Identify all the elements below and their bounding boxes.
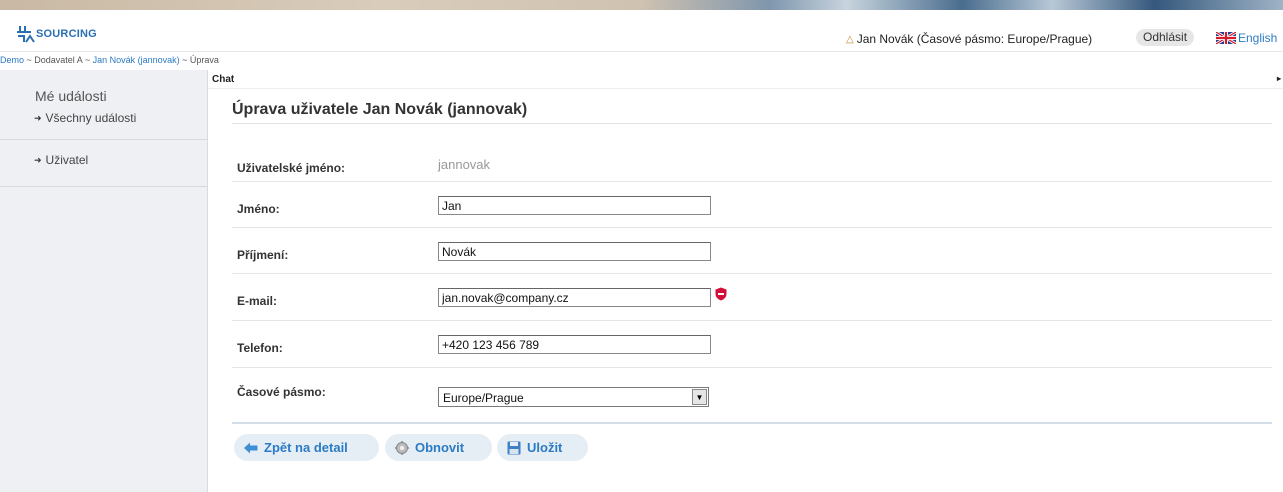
divider — [232, 181, 1272, 182]
save-icon — [507, 441, 521, 455]
sidebar-divider — [0, 186, 207, 187]
phone-input[interactable] — [438, 335, 711, 354]
phone-label: Telefon: — [237, 341, 283, 355]
top-bar: SOURCING △ Jan Novák (Časové pásmo: Euro… — [0, 10, 1283, 52]
arrow-left-icon — [244, 442, 258, 454]
save-button[interactable]: Uložit — [497, 434, 588, 461]
logo[interactable]: SOURCING — [16, 25, 97, 43]
breadcrumb-separator: ~ — [82, 55, 93, 65]
breadcrumb: Demo ~ Dodavatel A ~ Jan Novák (jannovak… — [0, 55, 219, 65]
logo-text: SOURCING — [36, 28, 97, 40]
logo-icon — [17, 26, 35, 43]
refresh-label: Obnovit — [415, 440, 465, 455]
refresh-button[interactable]: Obnovit — [385, 434, 492, 461]
breadcrumb-separator: ~ — [24, 55, 35, 65]
sidebar-item-user[interactable]: ➜ Uživatel — [34, 153, 88, 167]
language-switch[interactable]: English — [1216, 31, 1277, 45]
sidebar-item-all-events[interactable]: ➜ Všechny události — [34, 111, 136, 125]
timezone-selected-value: Europe/Prague — [443, 391, 524, 405]
uk-flag-icon — [1216, 32, 1236, 44]
sidebar-item-label: Všechny události — [45, 111, 137, 125]
email-input[interactable] — [438, 288, 711, 307]
user-icon: △ — [846, 33, 854, 45]
validation-error-icon — [715, 287, 727, 301]
sidebar: Mé události ➜ Všechny události ➜ Uživate… — [0, 70, 208, 492]
timezone-label: Časové pásmo: — [237, 385, 326, 399]
divider — [232, 367, 1272, 368]
current-user[interactable]: △ Jan Novák (Časové pásmo: Europe/Prague… — [846, 32, 1092, 46]
chat-bar[interactable]: Chat ▸ — [208, 74, 1283, 89]
last-name-label: Příjmení: — [237, 248, 289, 262]
sidebar-title: Mé události — [35, 88, 107, 104]
chevron-right-icon[interactable]: ▸ — [1277, 74, 1281, 83]
first-name-input[interactable] — [438, 196, 711, 215]
sidebar-divider — [0, 139, 207, 140]
gear-icon — [395, 440, 409, 455]
breadcrumb-user[interactable]: Jan Novák (jannovak) — [93, 55, 180, 65]
chat-label: Chat — [212, 74, 235, 85]
divider — [232, 273, 1272, 274]
header-banner — [0, 0, 1283, 10]
username-value: jannovak — [438, 157, 491, 172]
divider — [232, 123, 1272, 124]
language-label: English — [1238, 31, 1278, 45]
current-user-label: Jan Novák (Časové pásmo: Europe/Prague) — [856, 32, 1093, 46]
back-to-detail-button[interactable]: Zpět na detail — [234, 434, 379, 461]
page-title: Úprava uživatele Jan Novák (jannovak) — [232, 101, 528, 118]
last-name-input[interactable] — [438, 242, 711, 261]
timezone-select[interactable]: Europe/Prague ▼ — [438, 387, 709, 407]
form-footer-divider — [232, 422, 1272, 424]
arrow-right-icon: ➜ — [34, 154, 42, 165]
divider — [232, 320, 1272, 321]
email-label: E-mail: — [237, 294, 278, 308]
save-label: Uložit — [527, 440, 563, 455]
first-name-label: Jméno: — [237, 202, 280, 216]
breadcrumb-current: Úprava — [189, 55, 219, 65]
breadcrumb-separator: ~ — [179, 55, 190, 65]
chevron-down-icon[interactable]: ▼ — [692, 389, 707, 405]
breadcrumb-demo[interactable]: Demo — [0, 55, 24, 65]
sidebar-item-label: Uživatel — [45, 153, 89, 167]
back-to-detail-label: Zpět na detail — [264, 440, 348, 455]
arrow-right-icon: ➜ — [34, 112, 42, 123]
breadcrumb-supplier: Dodavatel A — [34, 55, 83, 65]
username-label: Uživatelské jméno: — [237, 161, 346, 175]
divider — [232, 227, 1272, 228]
logout-button[interactable]: Odhlásit — [1136, 29, 1195, 46]
